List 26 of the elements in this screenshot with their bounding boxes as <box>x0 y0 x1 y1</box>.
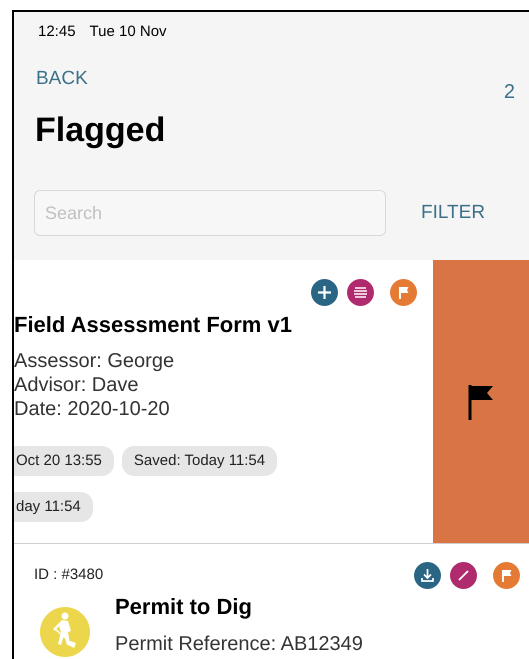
detail-text: Advisor: Dave <box>14 373 138 398</box>
detail-text: Permit Reference: AB12349 <box>115 632 363 658</box>
plus-icon[interactable] <box>311 279 338 306</box>
card-title: Field Assessment Form v1 <box>14 311 292 340</box>
status-date: Tue 10 Nov <box>90 22 167 42</box>
timestamp-chip: Oct 20 13:55 <box>14 446 114 476</box>
digger-icon <box>40 607 90 658</box>
back-link[interactable]: BACK <box>36 65 88 94</box>
detail-text: Assessor: George <box>14 349 174 374</box>
filter-button[interactable]: FILTER <box>421 199 486 228</box>
download-icon[interactable] <box>414 562 441 590</box>
flag-icon[interactable] <box>493 562 520 590</box>
id-label: ID : #3480 <box>34 565 104 586</box>
timestamp-chip: Saved: Today 11:54 <box>122 446 278 476</box>
flag-icon[interactable] <box>390 279 417 306</box>
slash-icon[interactable] <box>450 562 477 590</box>
list-card[interactable]: Field Assessment Form v1 Assessor: George Advisor: Dave Date: 2020-10-20 Oct 20 13:55 Saved: Today 11:54 day 11:54 <box>14 260 433 544</box>
detail-text: Date: 2020-10-20 <box>14 397 170 422</box>
page-title: Flagged <box>35 110 166 152</box>
list-card[interactable]: ID : #3480 Permit to Dig Permit Reference: AB12349 <box>14 544 529 659</box>
lines-icon[interactable] <box>347 279 374 306</box>
timestamp-chip: day 11:54 <box>14 492 93 522</box>
count-label: 2 <box>504 80 515 106</box>
status-time: 12:45 <box>38 22 76 42</box>
flag-icon[interactable] <box>467 382 495 421</box>
card-title: Permit to Dig <box>115 593 252 622</box>
